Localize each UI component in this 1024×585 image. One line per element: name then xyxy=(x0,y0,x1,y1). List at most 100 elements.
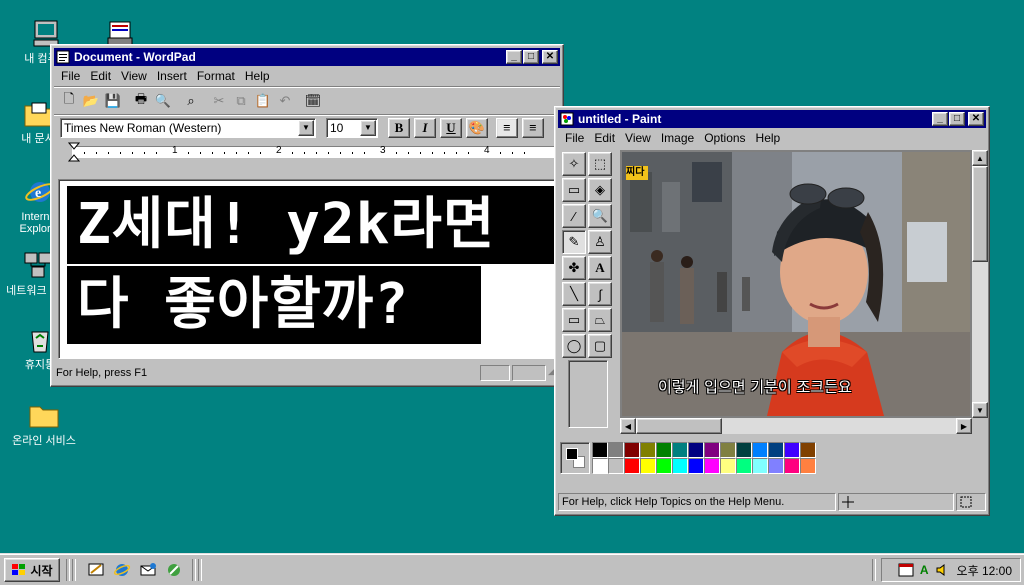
paint-titlebar[interactable]: untitled - Paint _ □ ✕ xyxy=(558,110,986,128)
palette-color-swatch[interactable] xyxy=(672,458,688,474)
palette-color-swatch[interactable] xyxy=(704,442,720,458)
polygon-icon[interactable]: ⏢ xyxy=(588,308,612,332)
palette-color-swatch[interactable] xyxy=(784,442,800,458)
palette-color-swatch[interactable] xyxy=(640,458,656,474)
paste-icon[interactable]: 📋 xyxy=(252,90,274,112)
cut-icon[interactable]: ✂ xyxy=(208,90,230,112)
maximize-button[interactable]: □ xyxy=(949,112,965,126)
palette-color-swatch[interactable] xyxy=(784,458,800,474)
rectangle-icon[interactable]: ▭ xyxy=(562,308,586,332)
align-left-icon[interactable]: ≡ xyxy=(496,117,518,138)
vertical-scroll-thumb[interactable] xyxy=(972,166,988,262)
start-button[interactable]: 시작 xyxy=(4,558,60,582)
current-colors[interactable] xyxy=(560,442,590,474)
clock[interactable]: 오후 12:00 xyxy=(957,562,1012,579)
pencil-icon[interactable]: ✎ xyxy=(562,230,586,254)
menu-view[interactable]: View xyxy=(620,131,656,145)
wordpad-titlebar[interactable]: Document - WordPad _ □ ✕ xyxy=(54,48,560,66)
internet-explorer-icon[interactable] xyxy=(112,560,132,580)
fill-bucket-icon[interactable]: ◈ xyxy=(588,178,612,202)
close-button[interactable]: ✕ xyxy=(542,50,558,64)
palette-color-swatch[interactable] xyxy=(688,442,704,458)
new-document-icon[interactable]: 🗋 xyxy=(58,90,80,112)
underline-button[interactable]: U xyxy=(440,117,462,138)
palette-color-swatch[interactable] xyxy=(704,458,720,474)
print-icon[interactable]: 🖶 xyxy=(130,90,152,112)
bold-button[interactable]: B xyxy=(388,117,410,138)
horizontal-scrollbar[interactable]: ◀ ▶ xyxy=(620,418,972,434)
minimize-button[interactable]: _ xyxy=(506,50,522,64)
maximize-button[interactable]: □ xyxy=(523,50,539,64)
palette-color-swatch[interactable] xyxy=(768,458,784,474)
magnifier-icon[interactable]: 🔍 xyxy=(588,204,612,228)
scheduler-icon[interactable] xyxy=(898,562,914,578)
palette-color-swatch[interactable] xyxy=(736,442,752,458)
palette-color-swatch[interactable] xyxy=(624,442,640,458)
paint-window[interactable]: untitled - Paint _ □ ✕ File Edit View Im… xyxy=(554,106,990,516)
save-disk-icon[interactable]: 💾 xyxy=(102,90,124,112)
find-binoculars-icon[interactable]: ⌕ xyxy=(180,90,202,112)
palette-color-swatch[interactable] xyxy=(800,442,816,458)
desktop-icon-online-services[interactable]: 온라인 서비스 xyxy=(12,400,76,447)
undo-icon[interactable]: ↶ xyxy=(274,90,296,112)
brush-icon[interactable]: ♙ xyxy=(588,230,612,254)
ime-indicator-icon[interactable]: A xyxy=(920,563,929,577)
palette-color-swatch[interactable] xyxy=(592,442,608,458)
document-editor[interactable]: Z세대! y2k라면 다 좋아할까? xyxy=(58,179,556,359)
open-folder-icon[interactable]: 📂 xyxy=(80,90,102,112)
color-picker-icon[interactable]: ⁄ xyxy=(562,204,586,228)
free-select-icon[interactable]: ✧ xyxy=(562,152,586,176)
insert-date-time-icon[interactable]: 🗓 xyxy=(302,90,324,112)
outlook-express-icon[interactable] xyxy=(138,560,158,580)
rounded-rect-icon[interactable]: ▢ xyxy=(588,334,612,358)
scroll-left-icon[interactable]: ◀ xyxy=(620,418,636,434)
palette-color-swatch[interactable] xyxy=(608,458,624,474)
menu-view[interactable]: View xyxy=(116,69,152,83)
menu-file[interactable]: File xyxy=(56,69,85,83)
print-preview-icon[interactable]: 🔍 xyxy=(152,90,174,112)
copy-icon[interactable]: ⧉ xyxy=(230,90,252,112)
menu-help[interactable]: Help xyxy=(751,131,786,145)
palette-color-swatch[interactable] xyxy=(800,458,816,474)
font-name-combo[interactable]: Times New Roman (Western) ▼ xyxy=(60,117,316,138)
paint-canvas[interactable]: 찌다 이렇게 입으면 기분이 조크든요 xyxy=(622,152,970,416)
tool-options-box[interactable] xyxy=(568,360,608,428)
palette-color-swatch[interactable] xyxy=(640,442,656,458)
palette-color-swatch[interactable] xyxy=(656,458,672,474)
menu-insert[interactable]: Insert xyxy=(152,69,192,83)
color-palette-icon[interactable]: 🎨 xyxy=(466,117,488,138)
palette-color-swatch[interactable] xyxy=(736,458,752,474)
menu-help[interactable]: Help xyxy=(240,69,275,83)
palette-color-swatch[interactable] xyxy=(592,458,608,474)
text-tool-icon[interactable]: A xyxy=(588,256,612,280)
chevron-down-icon[interactable]: ▼ xyxy=(360,119,376,136)
palette-color-swatch[interactable] xyxy=(656,442,672,458)
palette-color-swatch[interactable] xyxy=(752,442,768,458)
rect-select-icon[interactable]: ⬚ xyxy=(588,152,612,176)
palette-color-swatch[interactable] xyxy=(688,458,704,474)
palette-color-swatch[interactable] xyxy=(608,442,624,458)
palette-color-swatch[interactable] xyxy=(720,442,736,458)
palette-color-swatch[interactable] xyxy=(624,458,640,474)
scroll-right-icon[interactable]: ▶ xyxy=(956,418,972,434)
line-icon[interactable]: ╲ xyxy=(562,282,586,306)
wordpad-window[interactable]: Document - WordPad _ □ ✕ File Edit View … xyxy=(50,44,564,387)
menu-format[interactable]: Format xyxy=(192,69,240,83)
palette-color-swatch[interactable] xyxy=(752,458,768,474)
horizontal-scroll-thumb[interactable] xyxy=(636,418,722,434)
curve-icon[interactable]: ∫ xyxy=(588,282,612,306)
menu-file[interactable]: File xyxy=(560,131,589,145)
ellipse-icon[interactable]: ◯ xyxy=(562,334,586,358)
align-center-icon[interactable]: ≡ xyxy=(522,117,544,138)
indent-marker-icon[interactable] xyxy=(68,142,80,162)
eraser-icon[interactable]: ▭ xyxy=(562,178,586,202)
font-size-combo[interactable]: 10 ▼ xyxy=(326,117,378,138)
scroll-up-icon[interactable]: ▲ xyxy=(972,150,988,166)
show-desktop-icon[interactable] xyxy=(86,560,106,580)
airbrush-icon[interactable]: ✤ xyxy=(562,256,586,280)
ruler[interactable]: 1 2 3 4 xyxy=(58,142,556,162)
menu-image[interactable]: Image xyxy=(656,131,699,145)
close-button[interactable]: ✕ xyxy=(968,112,984,126)
menu-edit[interactable]: Edit xyxy=(85,69,116,83)
menu-edit[interactable]: Edit xyxy=(589,131,620,145)
